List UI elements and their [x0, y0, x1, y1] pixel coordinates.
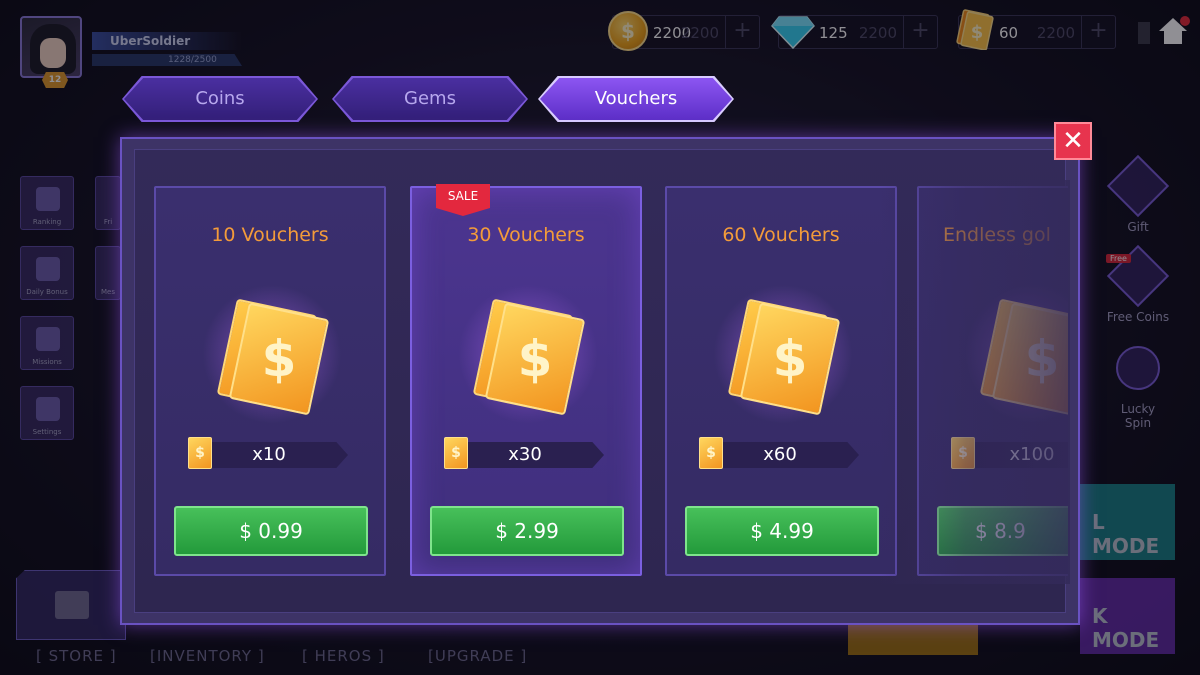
quantity-label: x30	[508, 444, 542, 465]
tab-vouchers-label: Vouchers	[594, 88, 678, 109]
voucher-glyph: $	[517, 330, 553, 388]
small-voucher-glyph: $	[958, 445, 968, 461]
quantity-label: x10	[252, 444, 286, 465]
buy-button[interactable]: $ 8.9	[937, 506, 1068, 556]
quantity-bar: x10	[202, 442, 348, 468]
card-title: Endless gol	[943, 224, 1051, 246]
close-button[interactable]: ✕	[1054, 122, 1092, 160]
buy-button[interactable]: $ 4.99	[685, 506, 879, 556]
price-label: $ 8.9	[975, 519, 1026, 543]
sale-label: SALE	[447, 189, 479, 203]
voucher-icon: $	[991, 302, 1068, 416]
price-label: $ 2.99	[495, 519, 559, 543]
voucher-icon: $	[228, 302, 330, 416]
voucher-card-30: SALE 30 Vouchers $ x30 $ $ 2.99	[410, 184, 642, 576]
close-icon: ✕	[1062, 126, 1084, 156]
buy-button[interactable]: $ 2.99	[430, 506, 624, 556]
tab-gems-label: Gems	[404, 88, 456, 109]
small-voucher-icon: $	[951, 437, 975, 469]
voucher-card-10: 10 Vouchers $ x10 $ $ 0.99	[154, 186, 386, 576]
buy-button[interactable]: $ 0.99	[174, 506, 368, 556]
voucher-icon: $	[739, 302, 841, 416]
small-voucher-icon: $	[444, 437, 468, 469]
small-voucher-icon: $	[699, 437, 723, 469]
small-voucher-icon: $	[188, 437, 212, 469]
voucher-glyph: $	[261, 330, 297, 388]
voucher-glyph: $	[772, 330, 808, 388]
tab-coins-label: Coins	[195, 88, 245, 109]
small-voucher-glyph: $	[195, 445, 205, 461]
small-voucher-glyph: $	[451, 445, 461, 461]
quantity-label: x100	[1009, 444, 1055, 465]
tab-coins[interactable]: Coins	[122, 76, 318, 122]
quantity-bar: x60	[713, 442, 859, 468]
price-label: $ 0.99	[239, 519, 303, 543]
tab-gems[interactable]: Gems	[332, 76, 528, 122]
card-carousel[interactable]: 10 Vouchers $ x10 $ $ 0.99 SALE 30 Vouch…	[150, 180, 1068, 584]
card-title: 30 Vouchers	[467, 224, 585, 246]
tab-vouchers[interactable]: Vouchers	[538, 76, 734, 122]
quantity-bar: x100	[965, 442, 1068, 468]
voucher-icon: $	[484, 302, 586, 416]
voucher-glyph: $	[1024, 330, 1060, 388]
card-title: 60 Vouchers	[722, 224, 840, 246]
price-label: $ 4.99	[750, 519, 814, 543]
quantity-bar: x30	[458, 442, 604, 468]
voucher-card-60: 60 Vouchers $ x60 $ $ 4.99	[665, 186, 897, 576]
quantity-label: x60	[763, 444, 797, 465]
card-title: 10 Vouchers	[211, 224, 329, 246]
sale-badge: SALE	[436, 184, 490, 216]
small-voucher-glyph: $	[706, 445, 716, 461]
voucher-card-endless: Endless gol $ x100 $ $ 8.9	[917, 186, 1068, 576]
